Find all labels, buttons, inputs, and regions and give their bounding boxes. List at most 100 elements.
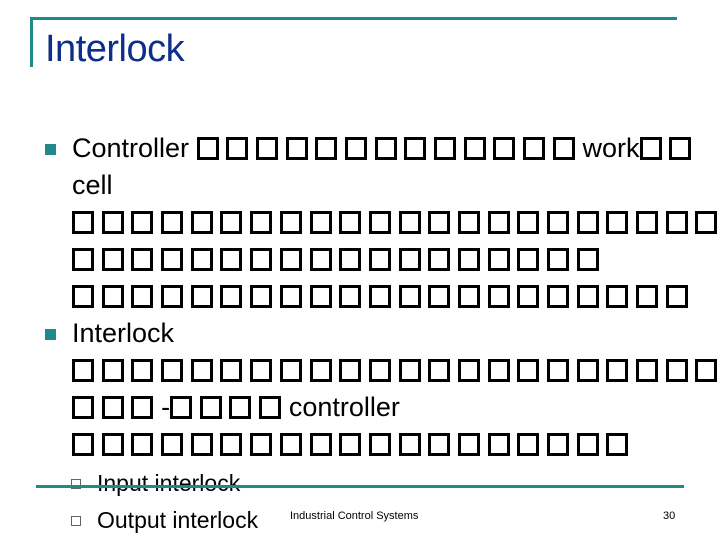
missing-glyph-icon xyxy=(131,433,154,456)
missing-glyph-icon xyxy=(131,285,154,308)
missing-glyph-icon xyxy=(457,211,480,234)
missing-glyph-icon xyxy=(101,248,124,271)
missing-glyph-icon xyxy=(131,248,154,271)
missing-glyph-icon xyxy=(226,137,249,160)
missing-glyph-icon xyxy=(344,137,367,160)
missing-glyph-icon xyxy=(547,359,569,382)
missing-glyph-icon xyxy=(576,433,599,456)
missing-glyph-icon xyxy=(279,433,302,456)
missing-glyph-icon xyxy=(606,285,629,308)
missing-glyph-icon xyxy=(279,211,302,234)
missing-glyph-icon xyxy=(398,433,421,456)
missing-glyph-icon xyxy=(517,359,540,382)
missing-glyph-icon xyxy=(398,211,421,234)
bullet-line xyxy=(72,426,720,463)
missing-glyph-icon xyxy=(170,396,193,419)
line-text: - xyxy=(161,392,171,422)
missing-glyph-icon xyxy=(190,359,213,382)
missing-glyph-icon xyxy=(576,359,599,382)
missing-glyph-icon xyxy=(606,359,629,382)
missing-glyph-icon xyxy=(161,211,184,234)
missing-glyph-icon xyxy=(517,248,540,271)
missing-glyph-icon xyxy=(220,285,243,308)
missing-glyph-icon xyxy=(220,211,243,234)
line-text: controller xyxy=(288,392,400,422)
missing-glyph-icon xyxy=(339,211,362,234)
missing-glyph-icon xyxy=(463,137,486,160)
missing-glyph-icon xyxy=(398,248,421,271)
sub-bullet-input-interlock: Input interlock xyxy=(71,468,240,498)
missing-glyph-icon xyxy=(636,359,659,382)
missing-glyph-icon xyxy=(339,433,362,456)
missing-glyph-icon xyxy=(101,396,124,419)
missing-glyph-icon xyxy=(552,137,575,160)
missing-glyph-icon xyxy=(368,211,391,234)
missing-glyph-icon xyxy=(368,285,391,308)
missing-glyph-icon xyxy=(398,359,421,382)
missing-glyph-icon xyxy=(101,285,124,308)
missing-glyph-icon xyxy=(72,248,94,271)
line-text: Interlock xyxy=(72,318,175,348)
missing-glyph-icon xyxy=(101,433,124,456)
missing-glyph-icon xyxy=(72,211,94,234)
missing-glyph-icon xyxy=(576,211,599,234)
missing-glyph-icon xyxy=(72,359,94,382)
bullet-line: cell xyxy=(72,167,720,204)
missing-glyph-icon xyxy=(285,137,308,160)
missing-glyph-icon xyxy=(547,248,569,271)
missing-glyph-icon xyxy=(255,137,278,160)
missing-glyph-icon xyxy=(639,137,662,160)
missing-glyph-icon xyxy=(161,359,184,382)
missing-glyph-icon xyxy=(250,248,273,271)
sub-bullet-label: Output interlock xyxy=(97,507,259,533)
square-bullet-icon xyxy=(45,144,56,155)
missing-glyph-icon xyxy=(309,285,332,308)
bullet-line xyxy=(72,352,720,389)
missing-glyph-icon xyxy=(547,433,569,456)
page-number: 30 xyxy=(663,510,676,522)
footer-rule xyxy=(36,485,684,488)
bullet-line xyxy=(72,241,720,278)
missing-glyph-icon xyxy=(220,248,243,271)
missing-glyph-icon xyxy=(695,359,718,382)
missing-glyph-icon xyxy=(131,359,154,382)
missing-glyph-icon xyxy=(457,285,480,308)
missing-glyph-icon xyxy=(309,211,332,234)
missing-glyph-icon xyxy=(368,359,391,382)
missing-glyph-icon xyxy=(161,433,184,456)
hollow-square-bullet-icon xyxy=(71,516,81,526)
missing-glyph-icon xyxy=(309,248,332,271)
missing-glyph-icon xyxy=(315,137,338,160)
bullet-line xyxy=(72,204,720,241)
missing-glyph-icon xyxy=(368,433,391,456)
missing-glyph-icon xyxy=(279,285,302,308)
missing-glyph-icon xyxy=(72,285,94,308)
missing-glyph-icon xyxy=(669,137,692,160)
bullet-text: Interlock - controller xyxy=(72,315,720,463)
missing-glyph-icon xyxy=(398,285,421,308)
missing-glyph-icon xyxy=(493,137,516,160)
missing-glyph-icon xyxy=(665,359,688,382)
missing-glyph-icon xyxy=(199,396,222,419)
footer-text: Industrial Control Systems xyxy=(290,510,419,522)
missing-glyph-icon xyxy=(517,285,540,308)
missing-glyph-icon xyxy=(309,359,332,382)
missing-glyph-icon xyxy=(72,433,94,456)
missing-glyph-icon xyxy=(101,211,124,234)
missing-glyph-icon xyxy=(487,285,510,308)
missing-glyph-icon xyxy=(250,433,273,456)
missing-glyph-icon xyxy=(636,211,659,234)
missing-glyph-icon xyxy=(606,433,629,456)
missing-glyph-icon xyxy=(190,248,213,271)
missing-glyph-icon xyxy=(196,137,219,160)
missing-glyph-icon xyxy=(523,137,546,160)
missing-glyph-icon xyxy=(220,359,243,382)
line-text: cell xyxy=(72,170,113,200)
missing-glyph-icon xyxy=(547,211,569,234)
missing-glyph-icon xyxy=(220,433,243,456)
bullet-interlock: Interlock - controller xyxy=(45,315,720,463)
missing-glyph-icon xyxy=(457,248,480,271)
square-bullet-icon xyxy=(45,329,56,340)
missing-glyph-icon xyxy=(190,285,213,308)
missing-glyph-icon xyxy=(161,248,184,271)
